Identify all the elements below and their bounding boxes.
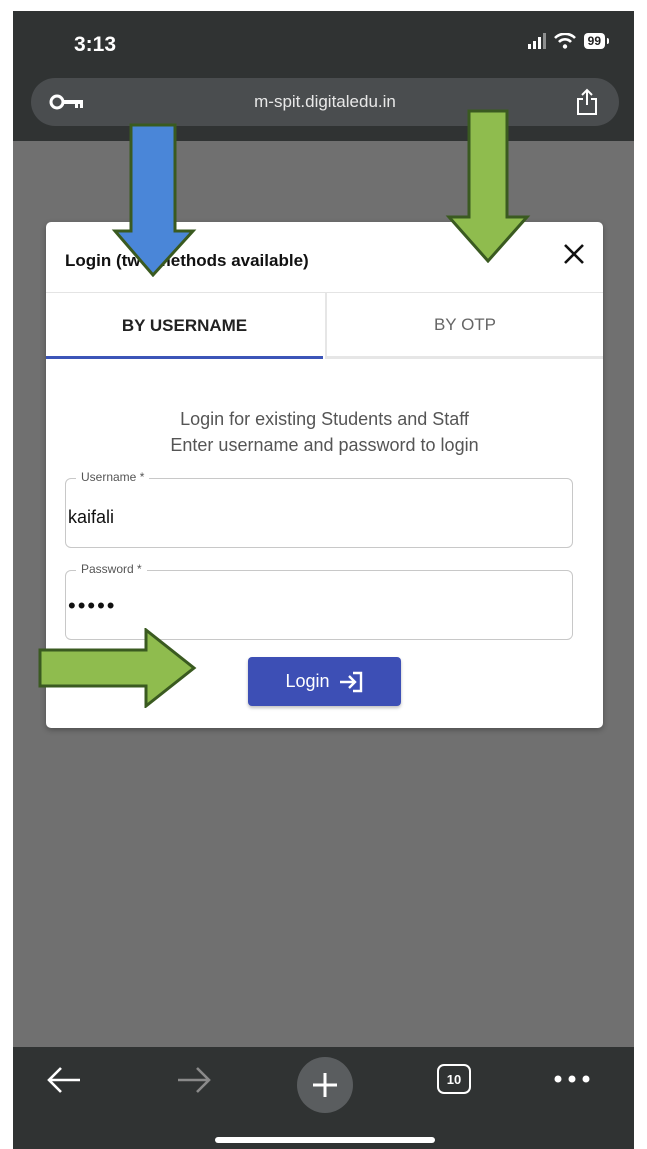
phone-screen: 3:13 99 m-spit.digitaledu.in Login (two …: [13, 11, 634, 1149]
tab-switcher-button[interactable]: 10: [437, 1064, 471, 1094]
battery-cap: [607, 38, 609, 44]
username-value[interactable]: kaifali: [68, 507, 114, 528]
status-time: 3:13: [74, 33, 117, 56]
password-value[interactable]: •••••: [68, 593, 117, 619]
active-tab-indicator: [46, 356, 323, 359]
intro-line-1: Login for existing Students and Staff: [180, 409, 469, 429]
forward-arrow-icon[interactable]: [176, 1065, 212, 1095]
share-icon[interactable]: [575, 88, 599, 116]
green-right-arrow-annotation: [38, 628, 197, 708]
more-icon[interactable]: [552, 1073, 592, 1085]
login-button-label: Login: [285, 671, 330, 691]
wifi-icon: [553, 33, 576, 49]
browser-bottom-toolbar: 10: [13, 1047, 634, 1149]
signal-icon: [527, 33, 546, 49]
username-label: Username *: [76, 470, 150, 484]
login-method-tabs: BY USERNAME BY OTP: [46, 292, 603, 359]
blue-down-arrow-annotation: [111, 123, 197, 277]
plus-icon: [313, 1073, 337, 1097]
back-arrow-icon[interactable]: [46, 1065, 82, 1095]
battery-indicator: 99: [583, 33, 605, 49]
home-indicator: [215, 1137, 435, 1143]
password-label: Password *: [76, 562, 147, 576]
login-icon: [339, 671, 362, 692]
username-field[interactable]: Username * kaifali: [65, 470, 573, 548]
close-icon[interactable]: [561, 241, 587, 267]
login-instructions: Login for existing Students and Staff En…: [46, 406, 603, 458]
login-button[interactable]: Login: [248, 657, 401, 706]
browser-top-bar: 3:13 99 m-spit.digitaledu.in: [13, 11, 634, 141]
tab-by-username[interactable]: BY USERNAME: [46, 293, 323, 359]
tab-by-otp[interactable]: BY OTP: [325, 293, 603, 359]
green-down-arrow-annotation: [445, 109, 531, 263]
new-tab-button[interactable]: [297, 1057, 353, 1113]
status-icons: 99: [527, 33, 609, 49]
intro-line-2: Enter username and password to login: [170, 435, 479, 455]
